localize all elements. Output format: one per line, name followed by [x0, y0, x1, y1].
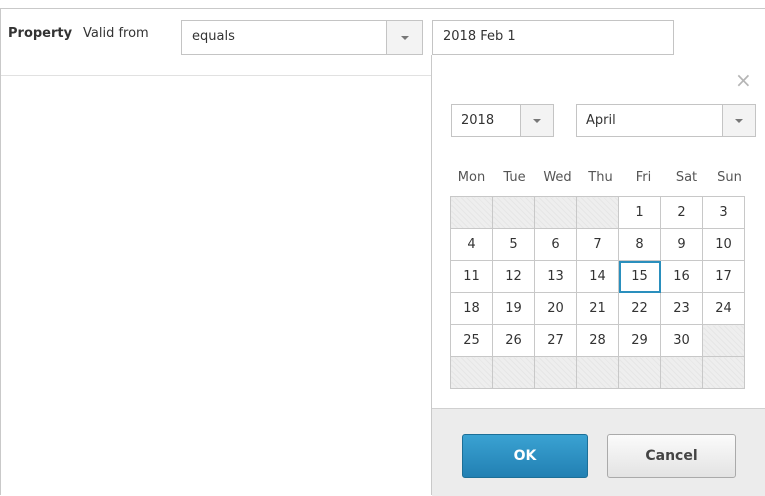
calendar-day[interactable]: 28: [576, 324, 619, 357]
month-value: April: [586, 113, 616, 128]
weekday-header: Tue: [503, 170, 526, 185]
calendar-day[interactable]: 5: [492, 228, 535, 261]
calendar-week-row: 25 26 27 28 29 30: [450, 324, 745, 357]
calendar-day[interactable]: 21: [576, 292, 619, 325]
row-divider: [1, 75, 431, 76]
calendar-week-row: 123: [450, 196, 745, 229]
weekday-header: Thu: [588, 170, 613, 185]
weekday-header: Sun: [717, 170, 742, 185]
calendar-day[interactable]: 18: [450, 292, 493, 325]
calendar-empty-cell: [576, 356, 619, 389]
calendar-empty-cell: [618, 356, 661, 389]
calendar-day[interactable]: 23: [660, 292, 703, 325]
calendar-day[interactable]: 13: [534, 260, 577, 293]
calendar-empty-cell: [492, 196, 535, 229]
field-label: Valid from: [83, 26, 149, 41]
chevron-down-icon: [400, 35, 409, 40]
chevron-down-icon: [533, 118, 541, 123]
cancel-button[interactable]: Cancel: [607, 434, 736, 478]
month-dropdown-button[interactable]: [722, 105, 755, 136]
calendar-empty-cell: [450, 356, 493, 389]
calendar-empty-cell: [702, 324, 745, 357]
top-border: [0, 8, 765, 9]
calendar-empty-cell: [534, 356, 577, 389]
month-select[interactable]: April: [576, 104, 756, 137]
calendar-day[interactable]: 29: [618, 324, 661, 357]
calendar-day[interactable]: 26: [492, 324, 535, 357]
weekday-header: Mon: [457, 170, 486, 185]
calendar-day[interactable]: 17: [702, 260, 745, 293]
weekday-header: Fri: [635, 170, 652, 185]
calendar-day[interactable]: 27: [534, 324, 577, 357]
calendar-day[interactable]: 3: [702, 196, 745, 229]
property-label: Property: [8, 26, 73, 41]
calendar-day[interactable]: 16: [660, 260, 703, 293]
calendar-day[interactable]: 19: [492, 292, 535, 325]
operator-select[interactable]: equals: [181, 20, 423, 55]
year-value: 2018: [461, 113, 495, 128]
calendar-day[interactable]: 1: [618, 196, 661, 229]
operator-dropdown-button[interactable]: [386, 21, 422, 54]
calendar-day[interactable]: 7: [576, 228, 619, 261]
chevron-down-icon: [735, 118, 743, 123]
calendar-day[interactable]: 25: [450, 324, 493, 357]
date-input[interactable]: 2018 Feb 1: [432, 20, 674, 55]
operator-value: equals: [192, 29, 235, 44]
calendar-week-row: 18 19 20 21 22 23 24: [450, 292, 745, 325]
calendar-day[interactable]: 22: [618, 292, 661, 325]
weekday-header: Wed: [543, 170, 572, 185]
calendar-empty-cell: [534, 196, 577, 229]
close-icon[interactable]: ×: [735, 70, 752, 90]
calendar-day[interactable]: 8: [618, 228, 661, 261]
calendar-day[interactable]: 6: [534, 228, 577, 261]
calendar-day[interactable]: 20: [534, 292, 577, 325]
calendar-empty-cell: [576, 196, 619, 229]
weekday-header: Sat: [675, 170, 698, 185]
calendar-week-row: [450, 356, 745, 389]
calendar-day[interactable]: 12: [492, 260, 535, 293]
calendar-empty-cell: [660, 356, 703, 389]
calendar-empty-cell: [492, 356, 535, 389]
calendar-day[interactable]: 10: [702, 228, 745, 261]
year-dropdown-button[interactable]: [520, 105, 553, 136]
calendar-day-selected[interactable]: 15: [618, 260, 661, 293]
picker-footer: OK Cancel: [432, 408, 765, 496]
calendar-day[interactable]: 30: [660, 324, 703, 357]
calendar-day[interactable]: 11: [450, 260, 493, 293]
calendar-day[interactable]: 4: [450, 228, 493, 261]
calendar-empty-cell: [450, 196, 493, 229]
calendar-day[interactable]: 2: [660, 196, 703, 229]
calendar-grid: 1 2 3 4 5 6 7 8 9 10 11 12 13 14 15 16 17 18 19 20 21 22 23 24 2…: [450, 196, 745, 389]
calendar-day[interactable]: 24: [702, 292, 745, 325]
calendar-week-row: 11 12 13 14 15 16 17: [450, 260, 745, 293]
calendar-week-row: 4 5 6 7 8 9 10: [450, 228, 745, 261]
calendar-day[interactable]: 14: [576, 260, 619, 293]
year-select[interactable]: 2018: [451, 104, 554, 137]
calendar-empty-cell: [702, 356, 745, 389]
date-value: 2018 Feb 1: [443, 29, 516, 44]
calendar-day[interactable]: 9: [660, 228, 703, 261]
date-picker-panel: × 2018 April Mon Tue Wed Thu Fri Sat Sun…: [431, 55, 765, 496]
left-border: [0, 8, 1, 495]
ok-button[interactable]: OK: [462, 434, 588, 478]
